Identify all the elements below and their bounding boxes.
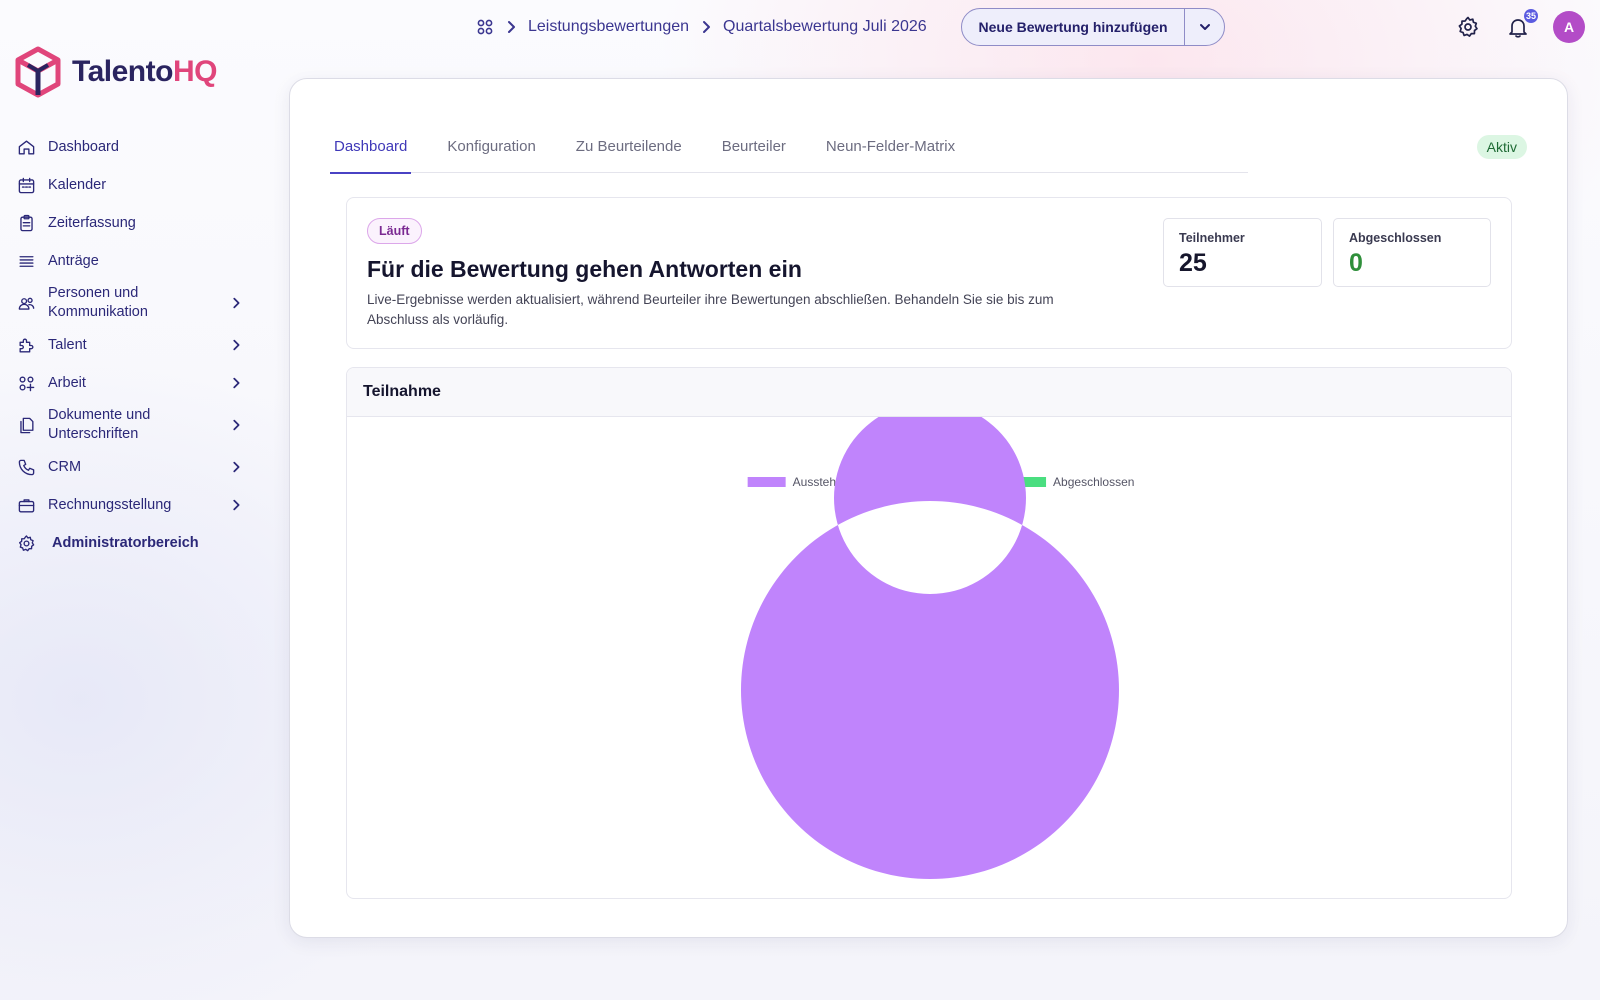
chevron-right-icon xyxy=(228,459,244,475)
tab-beurteiler[interactable]: Beurteiler xyxy=(718,119,790,173)
add-review-dropdown-toggle[interactable] xyxy=(1184,9,1224,45)
breadcrumb: Leistungsbewertungen Quartalsbewertung J… xyxy=(476,14,927,40)
notification-count-badge: 35 xyxy=(1524,9,1539,23)
chevron-right-icon xyxy=(699,20,713,34)
puzzle-icon xyxy=(16,335,36,355)
chevron-right-icon xyxy=(228,497,244,513)
sidebar-item-label: Dashboard xyxy=(48,138,119,155)
sidebar-item-label: Arbeit xyxy=(48,374,86,391)
sidebar-item-crm[interactable]: CRM xyxy=(16,448,244,486)
legend-label: Abgeschlossen xyxy=(1053,475,1134,489)
sidebar-item-dashboard[interactable]: Dashboard xyxy=(16,128,244,166)
summary-title: Für die Bewertung gehen Antworten ein xyxy=(367,256,802,282)
sidebar-item-label: Zeiterfassung xyxy=(48,214,136,231)
stat-value: 0 xyxy=(1349,249,1363,277)
chevron-down-icon xyxy=(1199,24,1210,30)
sidebar-item-label: Dokumente und Unterschriften xyxy=(48,407,151,442)
sidebar-item-rechnungsstellung[interactable]: Rechnungsstellung xyxy=(16,486,244,524)
running-badge: Läuft xyxy=(367,218,422,244)
sidebar-item-label: Administratorbereich xyxy=(52,534,199,551)
stat-value: 25 xyxy=(1179,249,1207,277)
participation-header: Teilnahme xyxy=(347,368,1511,417)
legend-item[interactable]: Abgeschlossen xyxy=(1008,475,1134,489)
sidebar-item-label: CRM xyxy=(48,458,82,475)
user-avatar[interactable]: A xyxy=(1553,11,1585,43)
tab-bar: Dashboard Konfiguration Zu Beurteilende … xyxy=(330,119,1248,174)
sidebar-item-talent[interactable]: Talent xyxy=(16,326,244,364)
cube-logo-icon xyxy=(15,46,61,98)
breadcrumb-link[interactable]: Leistungsbewertungen xyxy=(528,18,689,36)
review-summary-card: Läuft Für die Bewertung gehen Antworten … xyxy=(346,197,1512,349)
stat-completed: Abgeschlossen 0 xyxy=(1333,218,1491,287)
sidebar-item-antraege[interactable]: Anträge xyxy=(16,242,244,280)
chevron-right-icon xyxy=(228,417,244,433)
main-panel: Dashboard Konfiguration Zu Beurteilende … xyxy=(289,78,1568,938)
chevron-right-icon xyxy=(228,337,244,353)
briefcase-icon xyxy=(16,495,36,515)
add-review-button[interactable]: Neue Bewertung hinzufügen xyxy=(962,9,1184,45)
sidebar-item-administratorbereich[interactable]: Administratorbereich xyxy=(16,524,244,562)
chevron-right-icon xyxy=(228,375,244,391)
participation-donut-chart: AusstehendIn BearbeitungAbgeschlossen xyxy=(740,417,1134,879)
brand-name: TalentoHQ xyxy=(72,55,217,88)
chevron-right-icon xyxy=(504,20,518,34)
brand-logo[interactable]: TalentoHQ xyxy=(14,46,217,98)
sidebar-item-label: Talent xyxy=(48,336,87,353)
stat-label: Abgeschlossen xyxy=(1349,231,1442,245)
status-badge: Aktiv xyxy=(1476,135,1527,159)
chevron-right-icon xyxy=(228,295,244,311)
tab-dashboard[interactable]: Dashboard xyxy=(330,119,412,174)
stat-label: Teilnehmer xyxy=(1179,231,1245,245)
participation-card: Teilnahme AusstehendIn BearbeitungAbgesc… xyxy=(346,367,1512,899)
breadcrumb-current[interactable]: Quartalsbewertung Juli 2026 xyxy=(723,18,927,36)
participation-title: Teilnahme xyxy=(363,383,441,400)
people-icon xyxy=(16,293,36,313)
settings-gear-icon[interactable] xyxy=(1456,15,1480,39)
gear-icon xyxy=(16,533,36,553)
sidebar-item-arbeit[interactable]: Arbeit xyxy=(16,364,244,402)
tab-neun-felder-matrix[interactable]: Neun-Felder-Matrix xyxy=(822,119,959,173)
sidebar-item-personen[interactable]: Personen und Kommunikation xyxy=(16,280,244,326)
apps-add-icon xyxy=(16,373,36,393)
legend-swatch xyxy=(747,477,786,487)
sidebar-item-label: Kalender xyxy=(48,176,107,193)
sidebar-item-dokumente[interactable]: Dokumente und Unterschriften xyxy=(16,402,244,448)
tab-zu-beurteilende[interactable]: Zu Beurteilende xyxy=(572,119,686,173)
summary-description: Live-Ergebnisse werden aktualisiert, wäh… xyxy=(367,292,1054,327)
list-icon xyxy=(16,251,36,271)
sidebar-item-label: Anträge xyxy=(48,252,99,269)
tab-konfiguration[interactable]: Konfiguration xyxy=(443,119,539,173)
sidebar-item-zeiterfassung[interactable]: Zeiterfassung xyxy=(16,204,244,242)
phone-icon xyxy=(16,457,36,477)
documents-icon xyxy=(16,415,36,435)
grid-icon[interactable] xyxy=(476,18,494,36)
sidebar-item-label: Personen und Kommunikation xyxy=(48,285,148,320)
home-icon xyxy=(16,137,36,157)
calendar-icon xyxy=(16,175,36,195)
sidebar-item-label: Rechnungsstellung xyxy=(48,496,172,513)
sidebar-item-kalender[interactable]: Kalender xyxy=(16,166,244,204)
sidebar-nav: Dashboard Kalender Zeiterfassung Anträge… xyxy=(16,128,244,562)
stat-participants: Teilnehmer 25 xyxy=(1163,218,1322,287)
add-review-split-button: Neue Bewertung hinzufügen xyxy=(961,8,1225,46)
clipboard-icon xyxy=(16,213,36,233)
